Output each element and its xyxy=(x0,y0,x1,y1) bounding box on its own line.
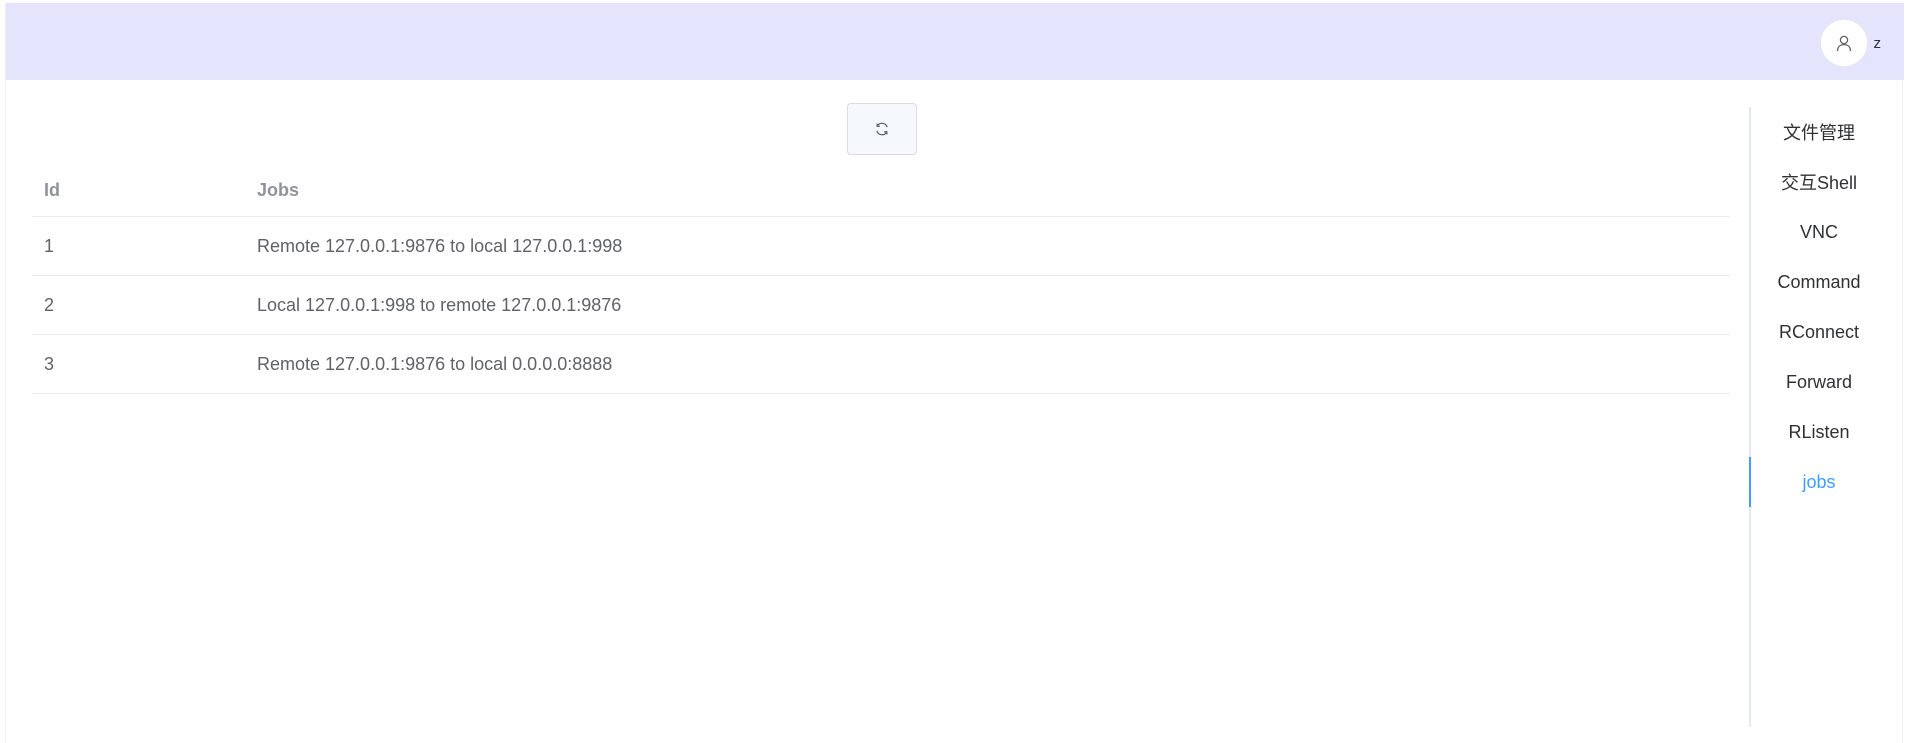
nav-item-rlisten[interactable]: RListen xyxy=(1749,407,1885,457)
column-header-id: Id xyxy=(44,180,60,200)
cell-job: Remote 127.0.0.1:9876 to local 0.0.0.0:8… xyxy=(257,353,613,374)
side-nav: 文件管理 交互Shell VNC Command RConnect Forwar… xyxy=(1749,107,1885,727)
nav-item-vnc[interactable]: VNC xyxy=(1749,207,1885,257)
table-row: 1 Remote 127.0.0.1:9876 to local 127.0.0… xyxy=(32,217,1730,276)
nav-item-interactive-shell[interactable]: 交互Shell xyxy=(1749,157,1885,207)
nav-item-file-manager[interactable]: 文件管理 xyxy=(1749,107,1885,157)
table-row: 2 Local 127.0.0.1:998 to remote 127.0.0.… xyxy=(32,276,1730,335)
cell-id: 1 xyxy=(44,235,55,256)
column-header-jobs: Jobs xyxy=(257,180,300,200)
user-icon xyxy=(1836,35,1851,51)
cell-id: 3 xyxy=(44,353,55,374)
cell-id: 2 xyxy=(44,294,55,315)
nav-item-forward[interactable]: Forward xyxy=(1749,357,1885,407)
top-header: z xyxy=(6,3,1904,80)
user-menu[interactable]: z xyxy=(1819,18,1882,68)
nav-item-command[interactable]: Command xyxy=(1749,257,1885,307)
refresh-button[interactable] xyxy=(847,103,917,155)
cell-job: Local 127.0.0.1:998 to remote 127.0.0.1:… xyxy=(257,294,622,315)
cell-job: Remote 127.0.0.1:9876 to local 127.0.0.1… xyxy=(257,235,623,256)
nav-item-jobs[interactable]: jobs xyxy=(1749,457,1885,507)
table-row: 3 Remote 127.0.0.1:9876 to local 0.0.0.0… xyxy=(32,335,1730,394)
username: z xyxy=(1873,34,1882,52)
jobs-table: Id Jobs 1 Remote 127.0.0.1:9876 to local… xyxy=(32,165,1730,394)
avatar[interactable] xyxy=(1819,19,1868,67)
table-header: Id Jobs xyxy=(32,165,1730,217)
app-frame: z Id Jobs 1 Remote 127.0.0.1:9876 to loc… xyxy=(5,3,1904,743)
refresh-icon xyxy=(876,122,888,136)
nav-item-rconnect[interactable]: RConnect xyxy=(1749,307,1885,357)
